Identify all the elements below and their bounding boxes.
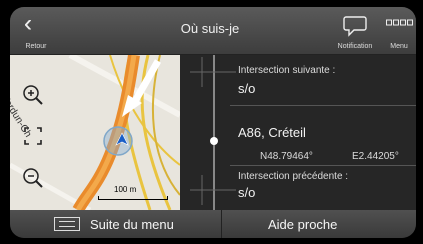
header-bar: ‹‹ Retour Où suis-je Notification Menu: [10, 7, 416, 55]
latitude-value: N48.79464°: [260, 151, 313, 162]
intersection-track-icon: [190, 55, 236, 210]
divider: [230, 165, 416, 166]
navigation-screen: ‹‹ Retour Où suis-je Notification Menu: [10, 7, 416, 238]
menu-button[interactable]: Menu: [382, 7, 416, 55]
device-frame: ‹‹ Retour Où suis-je Notification Menu: [0, 0, 423, 244]
nearby-help-button[interactable]: Aide proche: [223, 210, 416, 238]
bottom-bar: Suite du menu Aide proche: [10, 210, 416, 238]
notification-button[interactable]: Notification: [328, 7, 382, 55]
menu-label: Menu: [390, 43, 408, 50]
zoom-out-button[interactable]: [18, 163, 48, 193]
list-menu-icon: [54, 217, 80, 231]
road-track-graphic: [180, 55, 236, 210]
next-intersection-value: s/o: [238, 81, 256, 96]
page-title: Où suis-je: [180, 21, 240, 36]
zoom-in-button[interactable]: [18, 80, 48, 110]
notification-bubble-icon: [343, 16, 367, 37]
longitude-value: E2.44205°: [352, 151, 399, 162]
notification-label: Notification: [337, 43, 373, 50]
zoom-in-icon: [23, 85, 43, 105]
current-road: A86, Créteil: [238, 125, 306, 140]
scale-bar: [98, 196, 168, 200]
map-scale: 100 m: [98, 185, 168, 205]
back-button[interactable]: ‹‹ Retour: [10, 7, 62, 55]
menu-grid-icon: [386, 19, 413, 26]
more-menu-button[interactable]: Suite du menu: [10, 210, 222, 238]
previous-intersection-value: s/o: [238, 185, 256, 200]
nearby-help-label: Aide proche: [268, 217, 338, 232]
next-intersection-label: Intersection suivante :: [238, 65, 336, 76]
zoom-out-icon: [23, 168, 43, 188]
more-menu-label: Suite du menu: [90, 217, 174, 232]
previous-intersection-label: Intersection précédente :: [238, 171, 349, 182]
location-info-panel: Intersection suivante : s/o A86, Créteil…: [180, 55, 416, 210]
map-view[interactable]: Verdun-Ch 100 m: [10, 55, 180, 210]
divider: [230, 105, 416, 106]
back-label: Retour: [25, 43, 47, 50]
scale-label: 100 m: [114, 185, 137, 194]
